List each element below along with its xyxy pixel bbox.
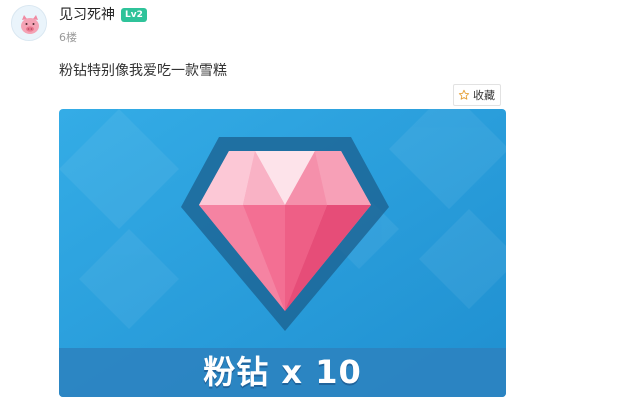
image-caption: 粉钻 x 10: [203, 353, 362, 391]
user-level-badge: Lv2: [121, 8, 147, 22]
post-image[interactable]: 粉钻 x 10: [59, 109, 506, 397]
pig-avatar-icon: [12, 6, 46, 40]
star-icon: [458, 89, 470, 100]
favorite-button-label: 收藏: [473, 89, 495, 102]
floor-number: 6楼: [59, 31, 77, 44]
forum-reply-post: 见习死神 Lv2 6楼 粉钻特别像我爱吃一款雪糕 收藏 粉钻 x 10: [0, 0, 637, 419]
favorite-button[interactable]: 收藏: [453, 84, 501, 106]
user-avatar[interactable]: [11, 5, 47, 41]
username[interactable]: 见习死神: [59, 6, 115, 24]
post-text: 粉钻特别像我爱吃一款雪糕: [59, 63, 227, 79]
